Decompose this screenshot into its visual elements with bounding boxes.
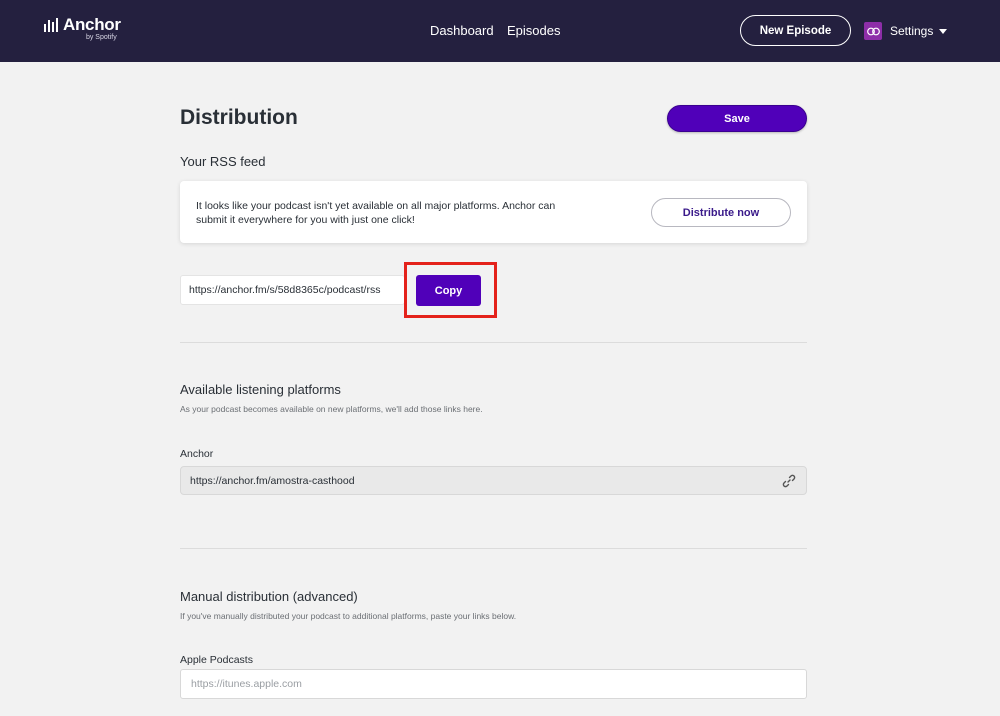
settings-menu[interactable]: Settings [864, 22, 948, 40]
distribute-now-button[interactable]: Distribute now [651, 198, 791, 227]
platform-link-anchor[interactable]: https://anchor.fm/amostra-casthood [180, 466, 807, 495]
top-nav: Anchor by Spotify Dashboard Episodes New… [0, 0, 1000, 62]
anchor-logo[interactable]: Anchor by Spotify [44, 15, 121, 41]
link-icon[interactable] [782, 474, 796, 488]
page-title: Distribution [180, 106, 298, 129]
copy-rss-button[interactable]: Copy [416, 275, 481, 306]
logo-subtitle: by Spotify [85, 34, 117, 41]
platform-link-url: https://anchor.fm/amostra-casthood [190, 475, 355, 487]
new-episode-button[interactable]: New Episode [740, 15, 851, 46]
section-divider [180, 548, 807, 549]
nav-episodes-link[interactable]: Episodes [507, 23, 560, 38]
apple-podcasts-label: Apple Podcasts [180, 654, 253, 666]
distribute-notice-text: It looks like your podcast isn't yet ava… [196, 200, 556, 226]
section-divider [180, 342, 807, 343]
save-button[interactable]: Save [667, 105, 807, 132]
podcast-logo-icon [866, 27, 880, 35]
manual-heading: Manual distribution (advanced) [180, 589, 358, 604]
manual-subheading: If you've manually distributed your podc… [180, 611, 517, 621]
apple-podcasts-input[interactable] [180, 669, 807, 699]
chevron-down-icon [939, 28, 948, 34]
logo-wordmark: Anchor [63, 15, 121, 34]
platform-name-anchor: Anchor [180, 448, 214, 460]
distribute-notice-card: It looks like your podcast isn't yet ava… [180, 181, 807, 243]
podcast-avatar [864, 22, 882, 40]
rss-heading: Your RSS feed [180, 154, 266, 169]
platforms-heading: Available listening platforms [180, 382, 341, 397]
platforms-subheading: As your podcast becomes available on new… [180, 404, 483, 414]
rss-feed-url-field[interactable] [180, 275, 405, 305]
settings-label: Settings [890, 24, 934, 38]
nav-dashboard-link[interactable]: Dashboard [430, 23, 494, 38]
anchor-wave-icon [44, 18, 58, 32]
